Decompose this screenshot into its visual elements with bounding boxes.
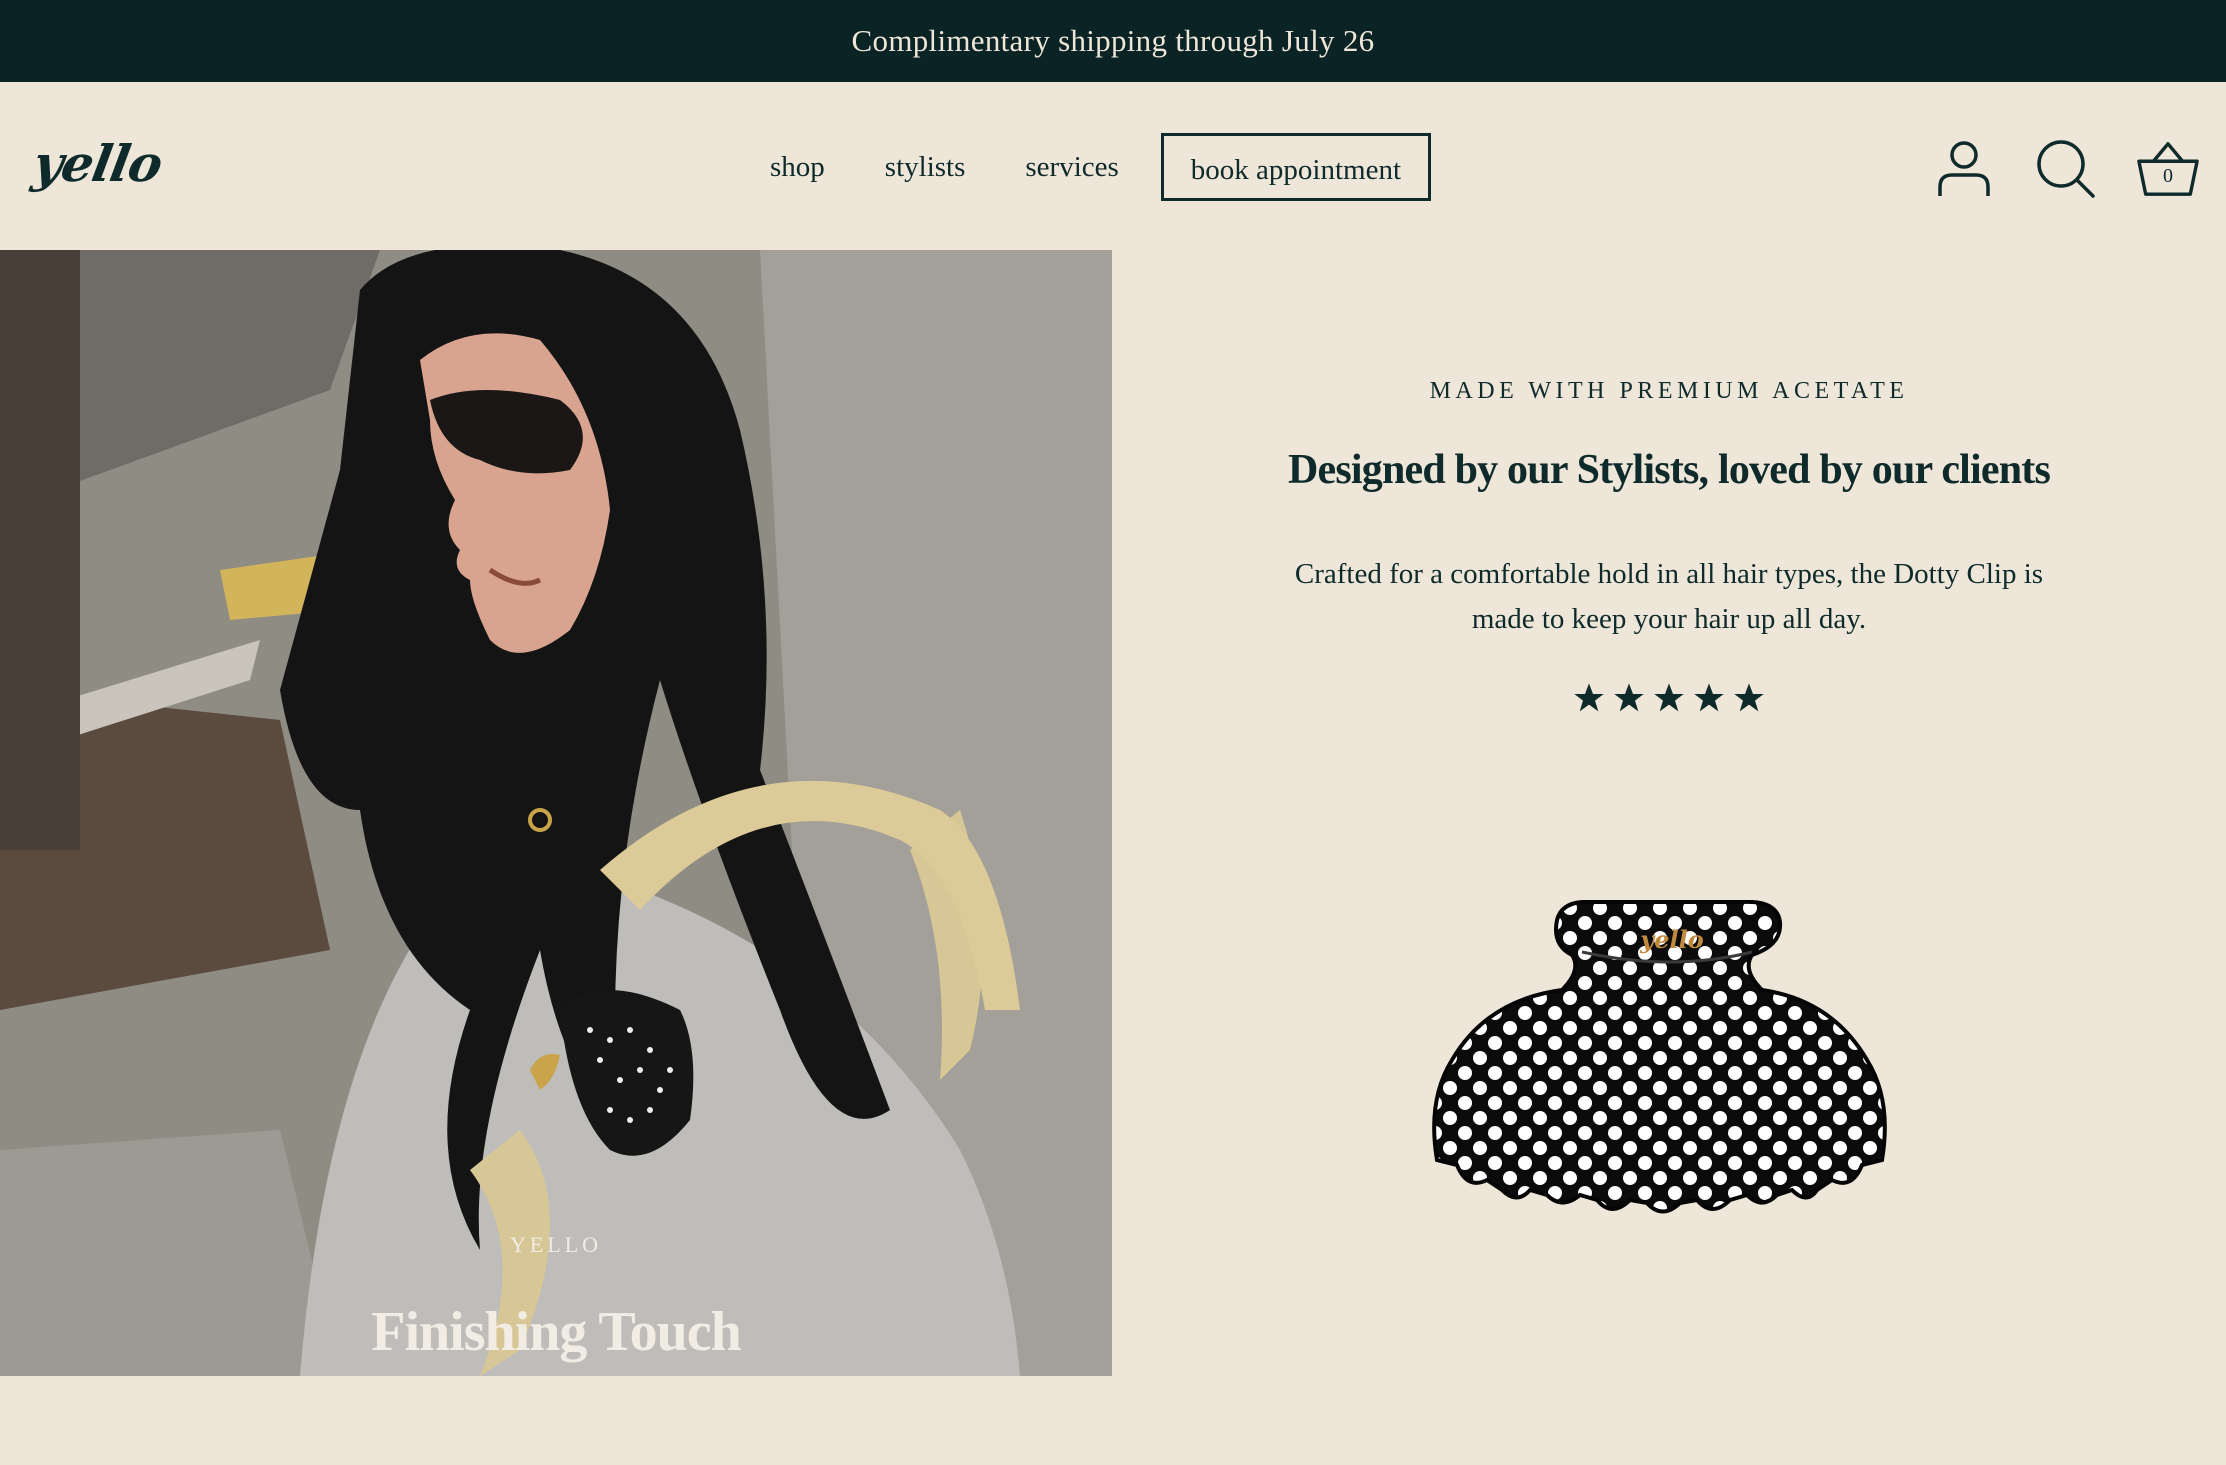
account-icon[interactable]	[1932, 137, 1996, 201]
announcement-bar: Complimentary shipping through July 26	[0, 0, 2226, 82]
main-nav: shop stylists services book appointment	[740, 130, 1461, 204]
cart-icon[interactable]: 0	[2136, 137, 2200, 201]
site-header: yello shop stylists services book appoin…	[0, 82, 2226, 250]
hero-image[interactable]: YELLO Finishing Touch	[0, 250, 1112, 1376]
product-logo-text: yello	[1639, 925, 1703, 954]
hero-title[interactable]: Finishing Touch	[0, 1300, 1112, 1364]
hero-eyebrow: YELLO	[509, 1232, 603, 1257]
logo[interactable]: yello	[29, 134, 167, 193]
announcement-text: Complimentary shipping through July 26	[851, 23, 1375, 58]
feature-description: Crafted for a comfortable hold in all ha…	[1294, 558, 2044, 635]
star-icon	[1734, 683, 1764, 712]
claw-clip-image: yello	[1432, 899, 1887, 1214]
feature-eyebrow: MADE WITH PREMIUM ACETATE	[1429, 378, 1909, 404]
nav-services[interactable]: services	[1025, 151, 1118, 184]
nav-stylists[interactable]: stylists	[885, 151, 966, 184]
search-icon[interactable]	[2034, 137, 2098, 201]
header-actions: 0	[1894, 134, 2200, 204]
star-icon	[1694, 683, 1724, 712]
star-icon	[1574, 683, 1604, 712]
feature-section: MADE WITH PREMIUM ACETATE Designed by ou…	[1112, 250, 2226, 1376]
product-image-dotty-clip[interactable]: yello	[1412, 899, 1932, 1460]
nav-shop[interactable]: shop	[770, 151, 825, 184]
cart-count: 0	[2163, 165, 2173, 187]
book-appointment-button[interactable]: book appointment	[1160, 133, 1432, 201]
star-icon	[1654, 683, 1684, 712]
hero-photo	[0, 250, 1112, 1376]
rating-stars	[1112, 682, 2226, 714]
feature-heading: Designed by our Stylists, loved by our c…	[1287, 447, 2051, 493]
star-icon	[1614, 683, 1644, 712]
